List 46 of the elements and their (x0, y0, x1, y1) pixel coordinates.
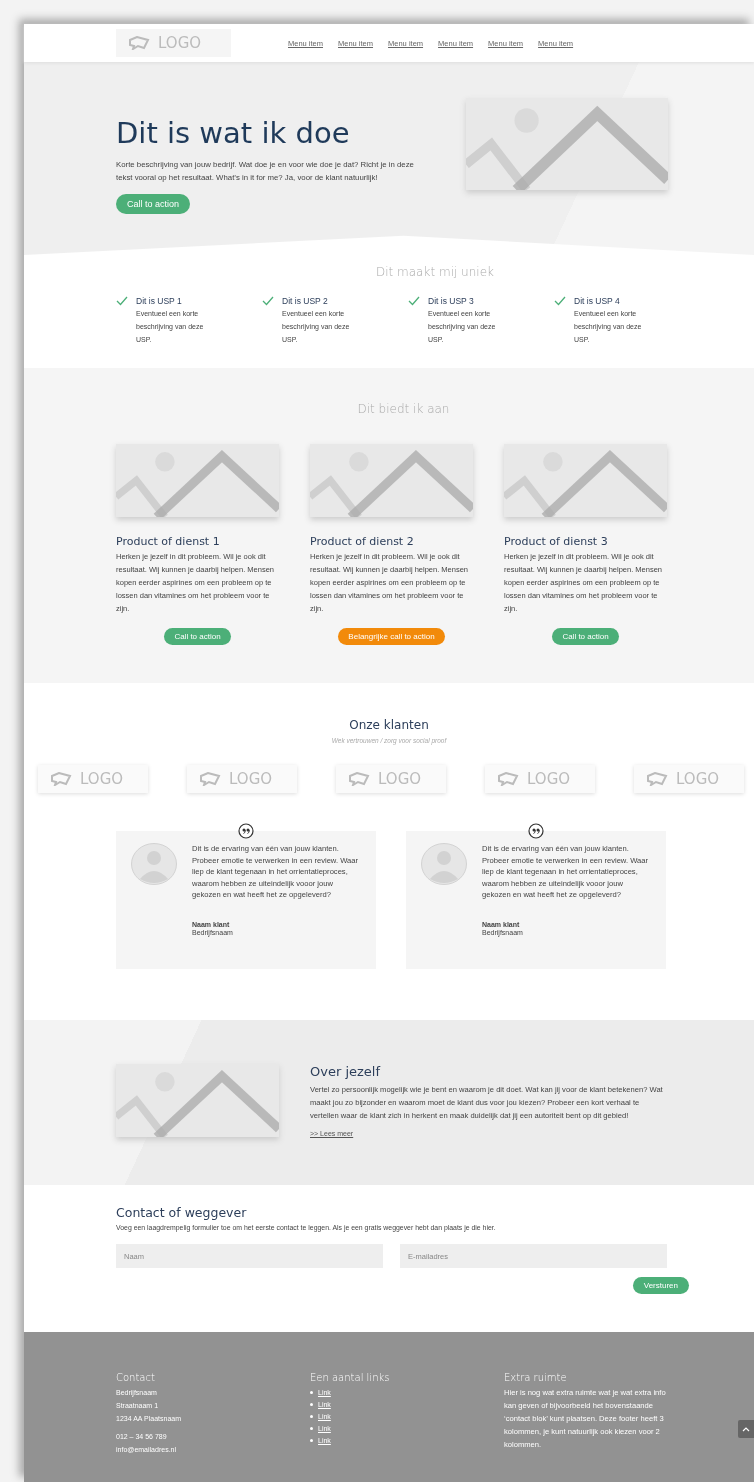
logo-text: LOGO (676, 770, 720, 788)
product-title: Product of dienst 1 (116, 535, 221, 548)
send-button[interactable]: Versturen (632, 1277, 689, 1294)
footer-title: Contact (116, 1372, 156, 1383)
logo-text: LOGO (158, 34, 202, 52)
checkmark-icon (262, 296, 274, 306)
usp-title: Dit is USP 1 (136, 296, 183, 306)
usp-title: Dit is USP 3 (428, 296, 475, 306)
logo-icon (50, 772, 72, 786)
footer-title: Extra ruimte (504, 1372, 568, 1383)
usp-title: Dit is USP 2 (282, 296, 329, 306)
logo-icon (199, 772, 221, 786)
bullet-icon (310, 1438, 313, 1442)
checkmark-icon (116, 296, 128, 306)
bullet-icon (310, 1402, 313, 1406)
avatar-icon (421, 843, 467, 885)
call-to-action-button[interactable]: Call to action (552, 628, 619, 645)
logo-icon (646, 772, 668, 786)
checkmark-icon (554, 296, 566, 306)
logo-icon (128, 36, 150, 50)
logo-icon (497, 772, 519, 786)
footer-title: Een aantal links (310, 1372, 391, 1383)
usp-title: Dit is USP 4 (574, 296, 621, 306)
section-title: Dit biedt ik aan (356, 402, 451, 416)
call-to-action-button[interactable]: Call to action (164, 628, 231, 645)
checkmark-icon (408, 296, 420, 306)
bullet-icon (310, 1390, 313, 1394)
logo-icon (348, 772, 370, 786)
logo-text: LOGO (229, 770, 273, 788)
about-title: Over jezelf (310, 1064, 382, 1079)
section-title: Dit maakt mij uniek (375, 265, 495, 279)
bullet-icon (310, 1414, 313, 1418)
chevron-up-icon (742, 1426, 750, 1432)
contact-title: Contact of weggever (116, 1205, 248, 1220)
logo-text: LOGO (378, 770, 422, 788)
logo-text: LOGO (527, 770, 571, 788)
scroll-top-button[interactable] (738, 1420, 754, 1438)
avatar-icon (131, 843, 177, 885)
bullet-icon (310, 1426, 313, 1430)
product-title: Product of dienst 3 (504, 535, 609, 548)
call-to-action-button[interactable]: Call to action (116, 194, 191, 214)
call-to-action-button[interactable]: Belangrijke call to action (338, 628, 445, 645)
hero-title: Dit is wat ik doe (116, 116, 351, 150)
section-title: Onze klanten (348, 718, 430, 732)
logo-text: LOGO (80, 770, 124, 788)
product-title: Product of dienst 2 (310, 535, 415, 548)
